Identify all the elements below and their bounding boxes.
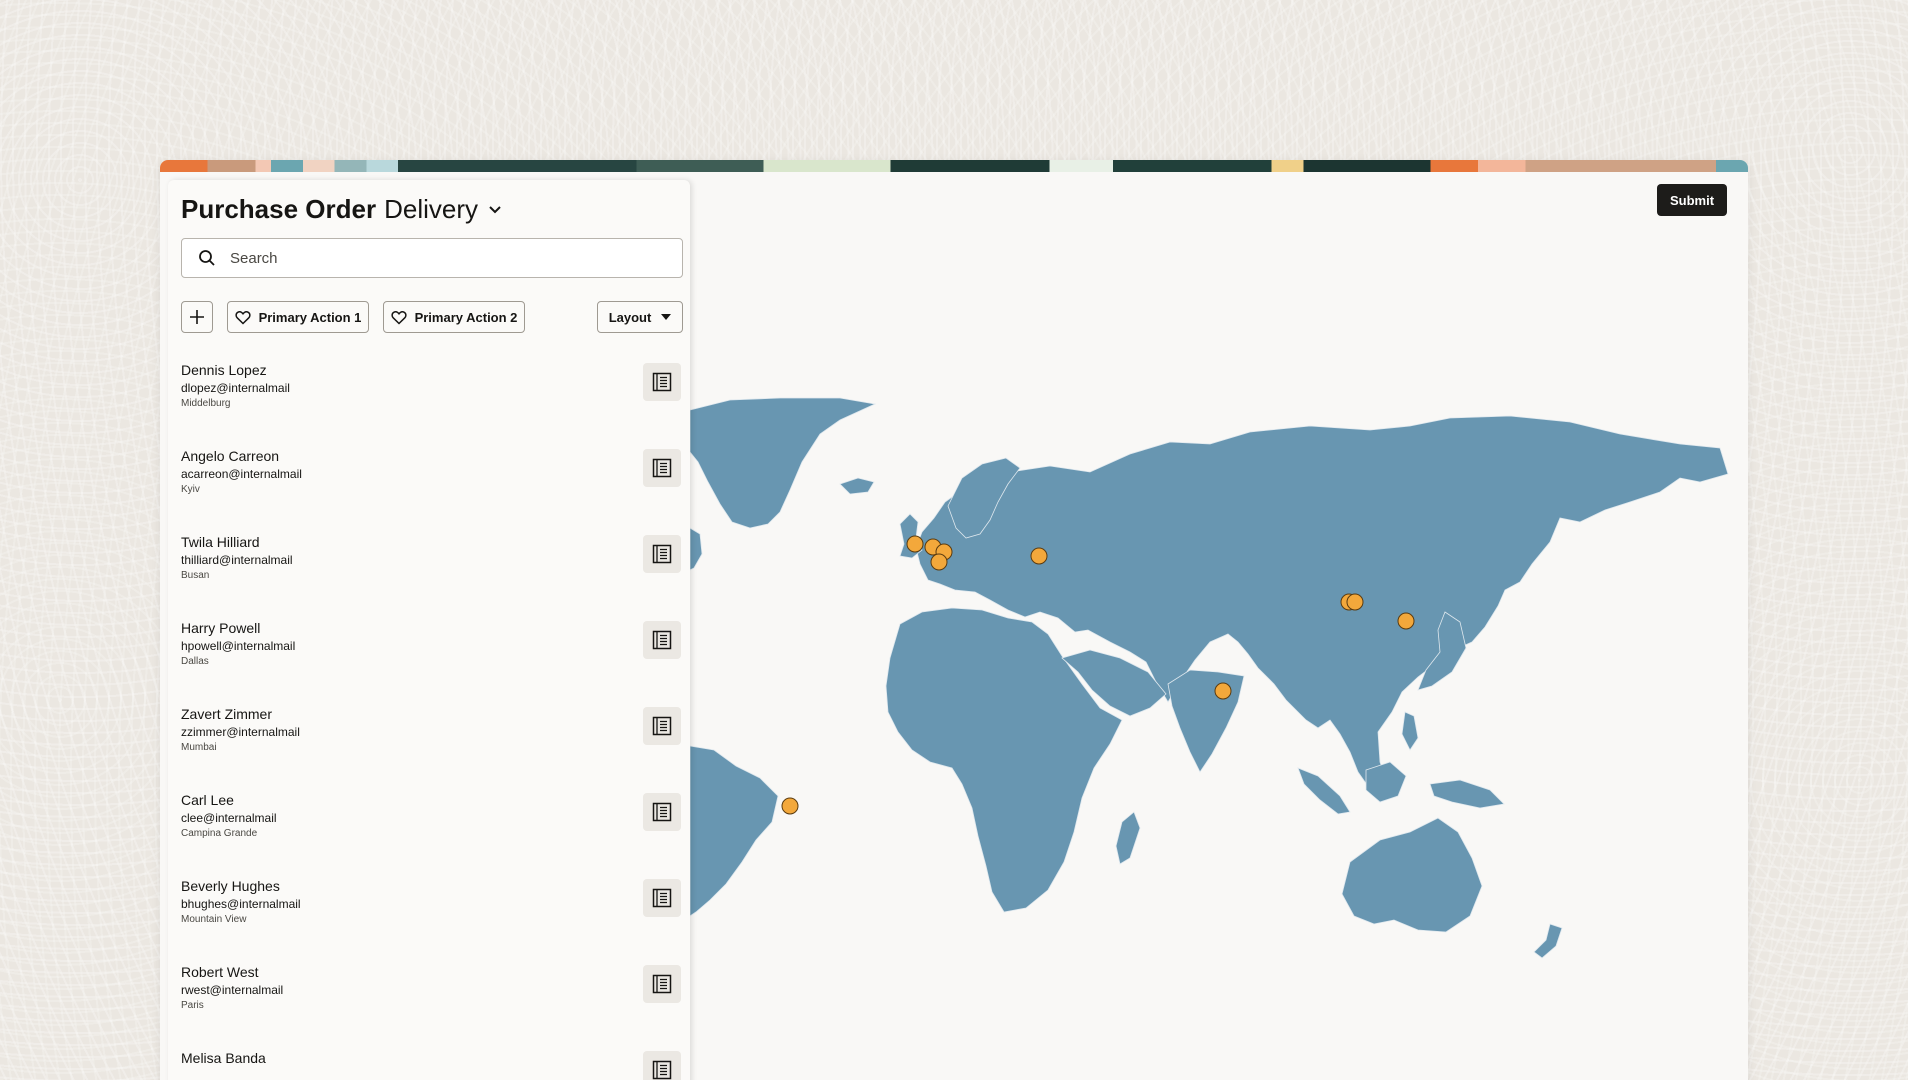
map-land-india — [1167, 669, 1245, 773]
map-marker[interactable] — [1214, 682, 1232, 700]
add-button[interactable] — [181, 301, 213, 333]
contact-city: Mountain View — [181, 914, 247, 925]
map-land-greenland — [690, 397, 877, 529]
primary-action-1-button[interactable]: Primary Action 1 — [227, 301, 369, 333]
contact-name: Harry Powell — [181, 620, 261, 636]
contact-email: zzimmer@internalmail — [181, 725, 300, 739]
list-item[interactable]: Twila Hilliard thilliard@internalmail Bu… — [168, 522, 690, 608]
contact-email: hpowell@internalmail — [181, 639, 296, 653]
contact-city: Middelburg — [181, 398, 231, 409]
page-title-sub: Delivery — [384, 194, 479, 224]
map-marker[interactable] — [1397, 612, 1415, 630]
contact-list: Dennis Lopez dlopez@internalmail Middelb… — [168, 350, 690, 1080]
decorative-banner-strip — [160, 160, 1748, 172]
detail-list-icon — [652, 974, 672, 994]
contact-name: Dennis Lopez — [181, 362, 267, 378]
detail-button[interactable] — [643, 879, 681, 917]
list-item[interactable]: Zavert Zimmer zzimmer@internalmail Mumba… — [168, 694, 690, 780]
primary-action-2-button[interactable]: Primary Action 2 — [383, 301, 525, 333]
layout-label: Layout — [608, 309, 652, 325]
map-land-south-america — [690, 745, 779, 917]
map-land-madagascar — [1115, 811, 1141, 865]
primary-action-1-label: Primary Action 1 — [258, 309, 362, 325]
detail-list-icon — [652, 458, 672, 478]
world-map[interactable] — [690, 172, 1748, 1080]
left-panel: Purchase Order Delivery Primary — [168, 180, 690, 1080]
map-land-iceland — [839, 477, 875, 495]
detail-list-icon — [652, 1060, 672, 1080]
detail-button[interactable] — [643, 707, 681, 745]
detail-button[interactable] — [643, 535, 681, 573]
caret-down-icon — [661, 314, 672, 320]
detail-list-icon — [652, 888, 672, 908]
detail-button[interactable] — [643, 1051, 681, 1080]
list-item[interactable]: Melisa Banda — [168, 1038, 690, 1080]
detail-list-icon — [652, 372, 672, 392]
contact-email: clee@internalmail — [181, 811, 277, 825]
heart-icon — [234, 310, 251, 325]
map-land-sumatra — [1297, 767, 1351, 815]
map-land-new-guinea — [1429, 779, 1505, 809]
detail-button[interactable] — [643, 449, 681, 487]
contact-city: Kyiv — [181, 484, 200, 495]
list-item[interactable]: Beverly Hughes bhughes@internalmail Moun… — [168, 866, 690, 952]
contact-city: Campina Grande — [181, 828, 258, 839]
contact-city: Paris — [181, 1000, 204, 1011]
chevron-down-icon[interactable] — [488, 203, 502, 217]
layout-button[interactable]: Layout — [597, 301, 683, 333]
contact-name: Beverly Hughes — [181, 878, 280, 894]
contact-name: Zavert Zimmer — [181, 706, 272, 722]
detail-list-icon — [652, 544, 672, 564]
list-item[interactable]: Carl Lee clee@internalmail Campina Grand… — [168, 780, 690, 866]
contact-email: thilliard@internalmail — [181, 553, 293, 567]
contact-name: Angelo Carreon — [181, 448, 280, 464]
map-marker[interactable] — [1030, 547, 1048, 565]
contact-city: Busan — [181, 570, 210, 581]
contact-city: Dallas — [181, 656, 209, 667]
contact-name: Melisa Banda — [181, 1050, 266, 1066]
primary-action-2-label: Primary Action 2 — [414, 309, 518, 325]
contact-name: Twila Hilliard — [181, 534, 260, 550]
page-title[interactable]: Purchase Order Delivery — [181, 194, 502, 225]
detail-button[interactable] — [643, 793, 681, 831]
detail-button[interactable] — [643, 621, 681, 659]
submit-button[interactable]: Submit — [1657, 184, 1727, 216]
map-land-north-america-edge — [690, 527, 703, 571]
page-title-main: Purchase Order — [181, 194, 377, 224]
map-land-new-zealand — [1533, 923, 1563, 959]
contact-email: dlopez@internalmail — [181, 381, 290, 395]
map-marker[interactable] — [906, 535, 924, 553]
list-item[interactable]: Robert West rwest@internalmail Paris — [168, 952, 690, 1038]
detail-button[interactable] — [643, 363, 681, 401]
contact-city: Mumbai — [181, 742, 217, 753]
detail-list-icon — [652, 716, 672, 736]
contact-name: Robert West — [181, 964, 259, 980]
search-input[interactable] — [230, 249, 650, 267]
search-icon — [198, 249, 216, 267]
map-marker[interactable] — [930, 553, 948, 571]
heart-icon — [390, 310, 407, 325]
contact-email: rwest@internalmail — [181, 983, 284, 997]
toolbar: Primary Action 1 Primary Action 2 Layout — [181, 301, 683, 333]
map-marker[interactable] — [781, 797, 799, 815]
contact-name: Carl Lee — [181, 792, 234, 808]
map-land-borneo — [1365, 761, 1407, 803]
map-marker[interactable] — [1346, 593, 1364, 611]
map-land-philippines — [1401, 711, 1419, 751]
map-land-australia — [1341, 817, 1483, 933]
list-item[interactable]: Harry Powell hpowell@internalmail Dallas — [168, 608, 690, 694]
contact-email: bhughes@internalmail — [181, 897, 301, 911]
world-map-svg — [690, 397, 1729, 959]
list-item[interactable]: Angelo Carreon acarreon@internalmail Kyi… — [168, 436, 690, 522]
contact-email: acarreon@internalmail — [181, 467, 302, 481]
detail-button[interactable] — [643, 965, 681, 1003]
detail-list-icon — [652, 802, 672, 822]
detail-list-icon — [652, 630, 672, 650]
app-window: Submit Purchase Order Delivery Search Pr… — [160, 160, 1748, 1080]
plus-icon — [189, 309, 205, 325]
search-box[interactable] — [181, 238, 683, 278]
list-item[interactable]: Dennis Lopez dlopez@internalmail Middelb… — [168, 350, 690, 436]
